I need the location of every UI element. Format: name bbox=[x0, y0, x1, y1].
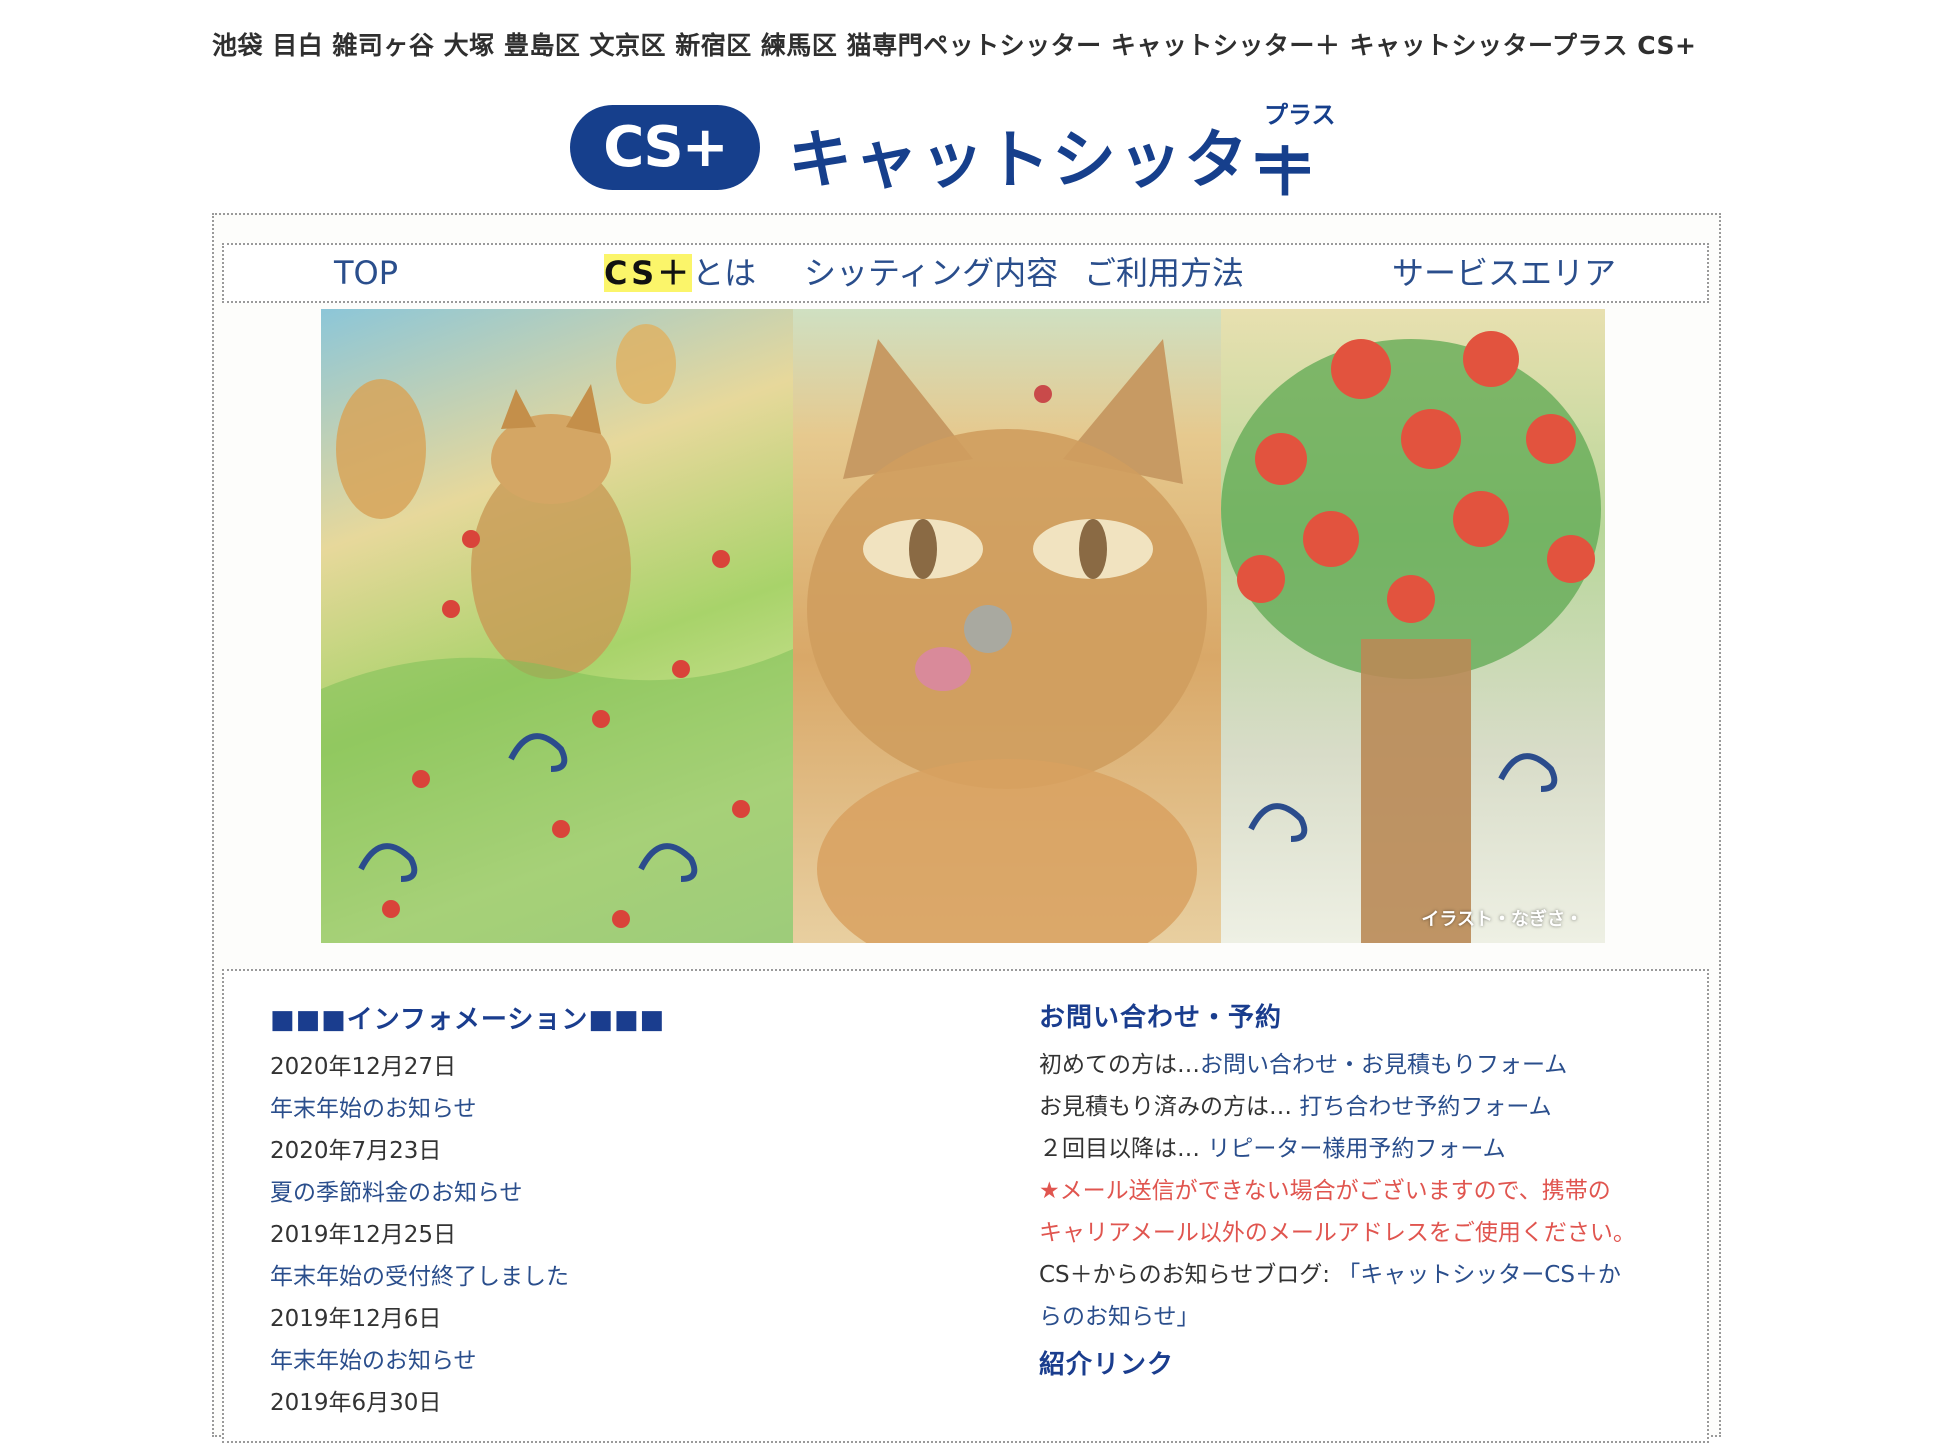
estimated-label: お見積もり済みの方は… bbox=[1039, 1094, 1300, 1120]
blog-link[interactable]: 「キャットシッターCS＋か bbox=[1337, 1262, 1621, 1288]
hero-panel-tree bbox=[1221, 309, 1605, 943]
news-link[interactable]: 年末年始のお知らせ bbox=[270, 1088, 910, 1130]
hero-panel-cats bbox=[321, 309, 793, 943]
main-frame: TOP CS＋とは シッティング内容 ご利用方法 サービスエリア イラスト・なぎ… bbox=[212, 213, 1721, 1443]
hero-panel-cat-face bbox=[793, 309, 1221, 943]
information-heading: ■■■インフォメーション■■■ bbox=[270, 1005, 666, 1035]
global-nav: TOP CS＋とは シッティング内容 ご利用方法 サービスエリア bbox=[222, 243, 1709, 303]
cat-drawing-icon bbox=[321, 324, 793, 943]
nav-about-highlight: CS＋ bbox=[604, 254, 693, 292]
repeat-label: ２回目以降は… bbox=[1039, 1136, 1208, 1162]
content-area: ■■■インフォメーション■■■ 2020年12月27日 年末年始のお知らせ 20… bbox=[222, 969, 1709, 1443]
news-date: 2020年7月23日 bbox=[270, 1138, 442, 1164]
nav-about[interactable]: CS＋とは bbox=[604, 245, 756, 301]
nav-top[interactable]: TOP bbox=[334, 245, 398, 301]
news-date: 2020年12月27日 bbox=[270, 1054, 457, 1080]
hero-illustration: イラスト・なぎさ・ bbox=[321, 309, 1605, 943]
first-time-label: 初めての方は… bbox=[1039, 1052, 1200, 1078]
news-date: 2019年12月6日 bbox=[270, 1306, 442, 1332]
logo-text: キャットシッター bbox=[788, 124, 1316, 198]
news-date: 2019年12月25日 bbox=[270, 1222, 457, 1248]
news-date: 2019年6月30日 bbox=[270, 1390, 442, 1416]
news-link[interactable]: 夏の季節料金のお知らせ bbox=[270, 1172, 910, 1214]
nav-service-area[interactable]: サービスエリア bbox=[1392, 245, 1616, 301]
illustration-credit: イラスト・なぎさ・ bbox=[1421, 909, 1583, 930]
links-heading: 紹介リンク bbox=[1039, 1350, 1175, 1380]
nav-sitting[interactable]: シッティング内容 bbox=[804, 245, 1058, 301]
meeting-form-link[interactable]: 打ち合わせ予約フォーム bbox=[1299, 1094, 1551, 1120]
apple-tree-icon bbox=[1221, 331, 1601, 943]
nav-usage[interactable]: ご利用方法 bbox=[1084, 245, 1244, 301]
blog-label: CS＋からのお知らせブログ: bbox=[1039, 1262, 1338, 1288]
logo-mark: CS+ bbox=[570, 105, 760, 190]
mail-warning: ★メール送信ができない場合がございますので、携帯の bbox=[1039, 1178, 1611, 1204]
information-section: ■■■インフォメーション■■■ 2020年12月27日 年末年始のお知らせ 20… bbox=[270, 999, 910, 1424]
repeater-form-link[interactable]: リピーター様用予約フォーム bbox=[1207, 1136, 1505, 1162]
news-link[interactable]: 年末年始のお知らせ bbox=[270, 1340, 910, 1382]
cat-face-icon bbox=[807, 339, 1207, 943]
inquiry-form-link[interactable]: お問い合わせ・お見積もりフォーム bbox=[1200, 1052, 1567, 1078]
contact-section: お問い合わせ・予約 初めての方は…お問い合わせ・お見積もりフォーム お見積もり済… bbox=[1039, 997, 1679, 1391]
news-link[interactable]: 年末年始の受付終了しました bbox=[270, 1256, 910, 1298]
logo-plus: ＋ bbox=[1252, 134, 1318, 211]
blog-link[interactable]: らのお知らせ」 bbox=[1039, 1296, 1679, 1338]
contact-heading: お問い合わせ・予約 bbox=[1039, 1003, 1283, 1033]
site-tagline: 池袋 目白 雑司ヶ谷 大塚 豊島区 文京区 新宿区 練馬区 猫専門ペットシッター… bbox=[212, 31, 1697, 60]
site-logo[interactable]: CS+ キャットシッター プラス ＋ bbox=[570, 95, 1370, 211]
mail-warning: キャリアメール以外のメールアドレスをご使用ください。 bbox=[1039, 1220, 1636, 1246]
